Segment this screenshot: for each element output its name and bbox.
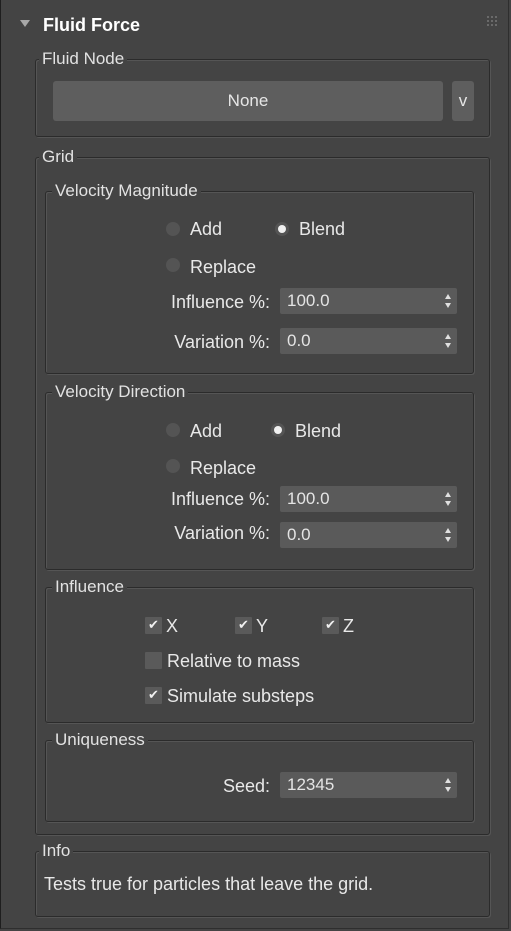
- axis-y-checkbox[interactable]: ✔: [235, 617, 252, 634]
- uniqueness-group-label: Uniqueness: [52, 730, 148, 750]
- simulate-substeps-checkbox[interactable]: ✔: [145, 687, 162, 704]
- vm-variation-spinner[interactable]: 0.0: [280, 328, 457, 354]
- spinner-arrows-icon[interactable]: [445, 778, 451, 792]
- velocity-magnitude-group-label: Velocity Magnitude: [52, 181, 201, 201]
- vd-replace-radio[interactable]: [166, 459, 180, 473]
- relative-to-mass-label[interactable]: Relative to mass: [167, 650, 300, 672]
- vm-influence-spinner[interactable]: 100.0: [280, 288, 457, 314]
- rollout-title[interactable]: Fluid Force: [43, 15, 140, 36]
- vd-blend-label[interactable]: Blend: [295, 420, 341, 442]
- vm-variation-value[interactable]: 0.0: [287, 330, 311, 352]
- vd-replace-label[interactable]: Replace: [190, 457, 256, 479]
- grid-group-label: Grid: [39, 147, 78, 167]
- axis-x-label[interactable]: X: [166, 615, 178, 637]
- seed-label: Seed:: [222, 776, 270, 796]
- axis-y-label[interactable]: Y: [256, 615, 268, 637]
- fluid-node-button[interactable]: None: [53, 81, 443, 121]
- vm-add-label[interactable]: Add: [190, 218, 222, 240]
- vd-add-label[interactable]: Add: [190, 420, 222, 442]
- vd-influence-spinner[interactable]: 100.0: [280, 486, 457, 512]
- vm-replace-label[interactable]: Replace: [190, 256, 256, 278]
- spinner-arrows-icon[interactable]: [445, 528, 451, 542]
- relative-to-mass-checkbox[interactable]: [145, 652, 162, 669]
- axis-z-label[interactable]: Z: [343, 615, 354, 637]
- fluid-node-pick-button[interactable]: v: [452, 81, 474, 121]
- simulate-substeps-label[interactable]: Simulate substeps: [167, 685, 314, 707]
- vd-variation-label: Variation %:: [174, 523, 270, 543]
- collapse-arrow-icon[interactable]: [20, 20, 30, 27]
- vd-variation-spinner[interactable]: 0.0: [280, 522, 457, 548]
- vm-blend-label[interactable]: Blend: [299, 218, 345, 240]
- vd-influence-value[interactable]: 100.0: [287, 488, 330, 510]
- spinner-arrows-icon[interactable]: [445, 492, 451, 506]
- spinner-arrows-icon[interactable]: [445, 294, 451, 308]
- vd-blend-radio[interactable]: [271, 423, 285, 437]
- axis-z-checkbox[interactable]: ✔: [322, 617, 339, 634]
- velocity-direction-group-label: Velocity Direction: [52, 382, 189, 402]
- vm-add-radio[interactable]: [166, 222, 180, 236]
- vm-influence-label: Influence %:: [170, 292, 270, 312]
- influence-group-label: Influence: [52, 577, 127, 597]
- vm-blend-radio[interactable]: [275, 222, 289, 236]
- vm-influence-value[interactable]: 100.0: [287, 290, 330, 312]
- drag-grip-icon[interactable]: [487, 16, 497, 26]
- vm-replace-radio[interactable]: [166, 258, 180, 272]
- seed-spinner[interactable]: 12345: [280, 772, 457, 798]
- vd-add-radio[interactable]: [166, 423, 180, 437]
- fluid-node-group-label: Fluid Node: [39, 49, 128, 69]
- vd-variation-value[interactable]: 0.0: [287, 524, 311, 546]
- info-text: Tests true for particles that leave the …: [44, 874, 374, 894]
- seed-value[interactable]: 12345: [287, 774, 334, 796]
- axis-x-checkbox[interactable]: ✔: [145, 617, 162, 634]
- vm-variation-label: Variation %:: [174, 332, 270, 352]
- info-group-label: Info: [39, 841, 74, 861]
- spinner-arrows-icon[interactable]: [445, 334, 451, 348]
- vd-influence-label: Influence %:: [170, 489, 270, 509]
